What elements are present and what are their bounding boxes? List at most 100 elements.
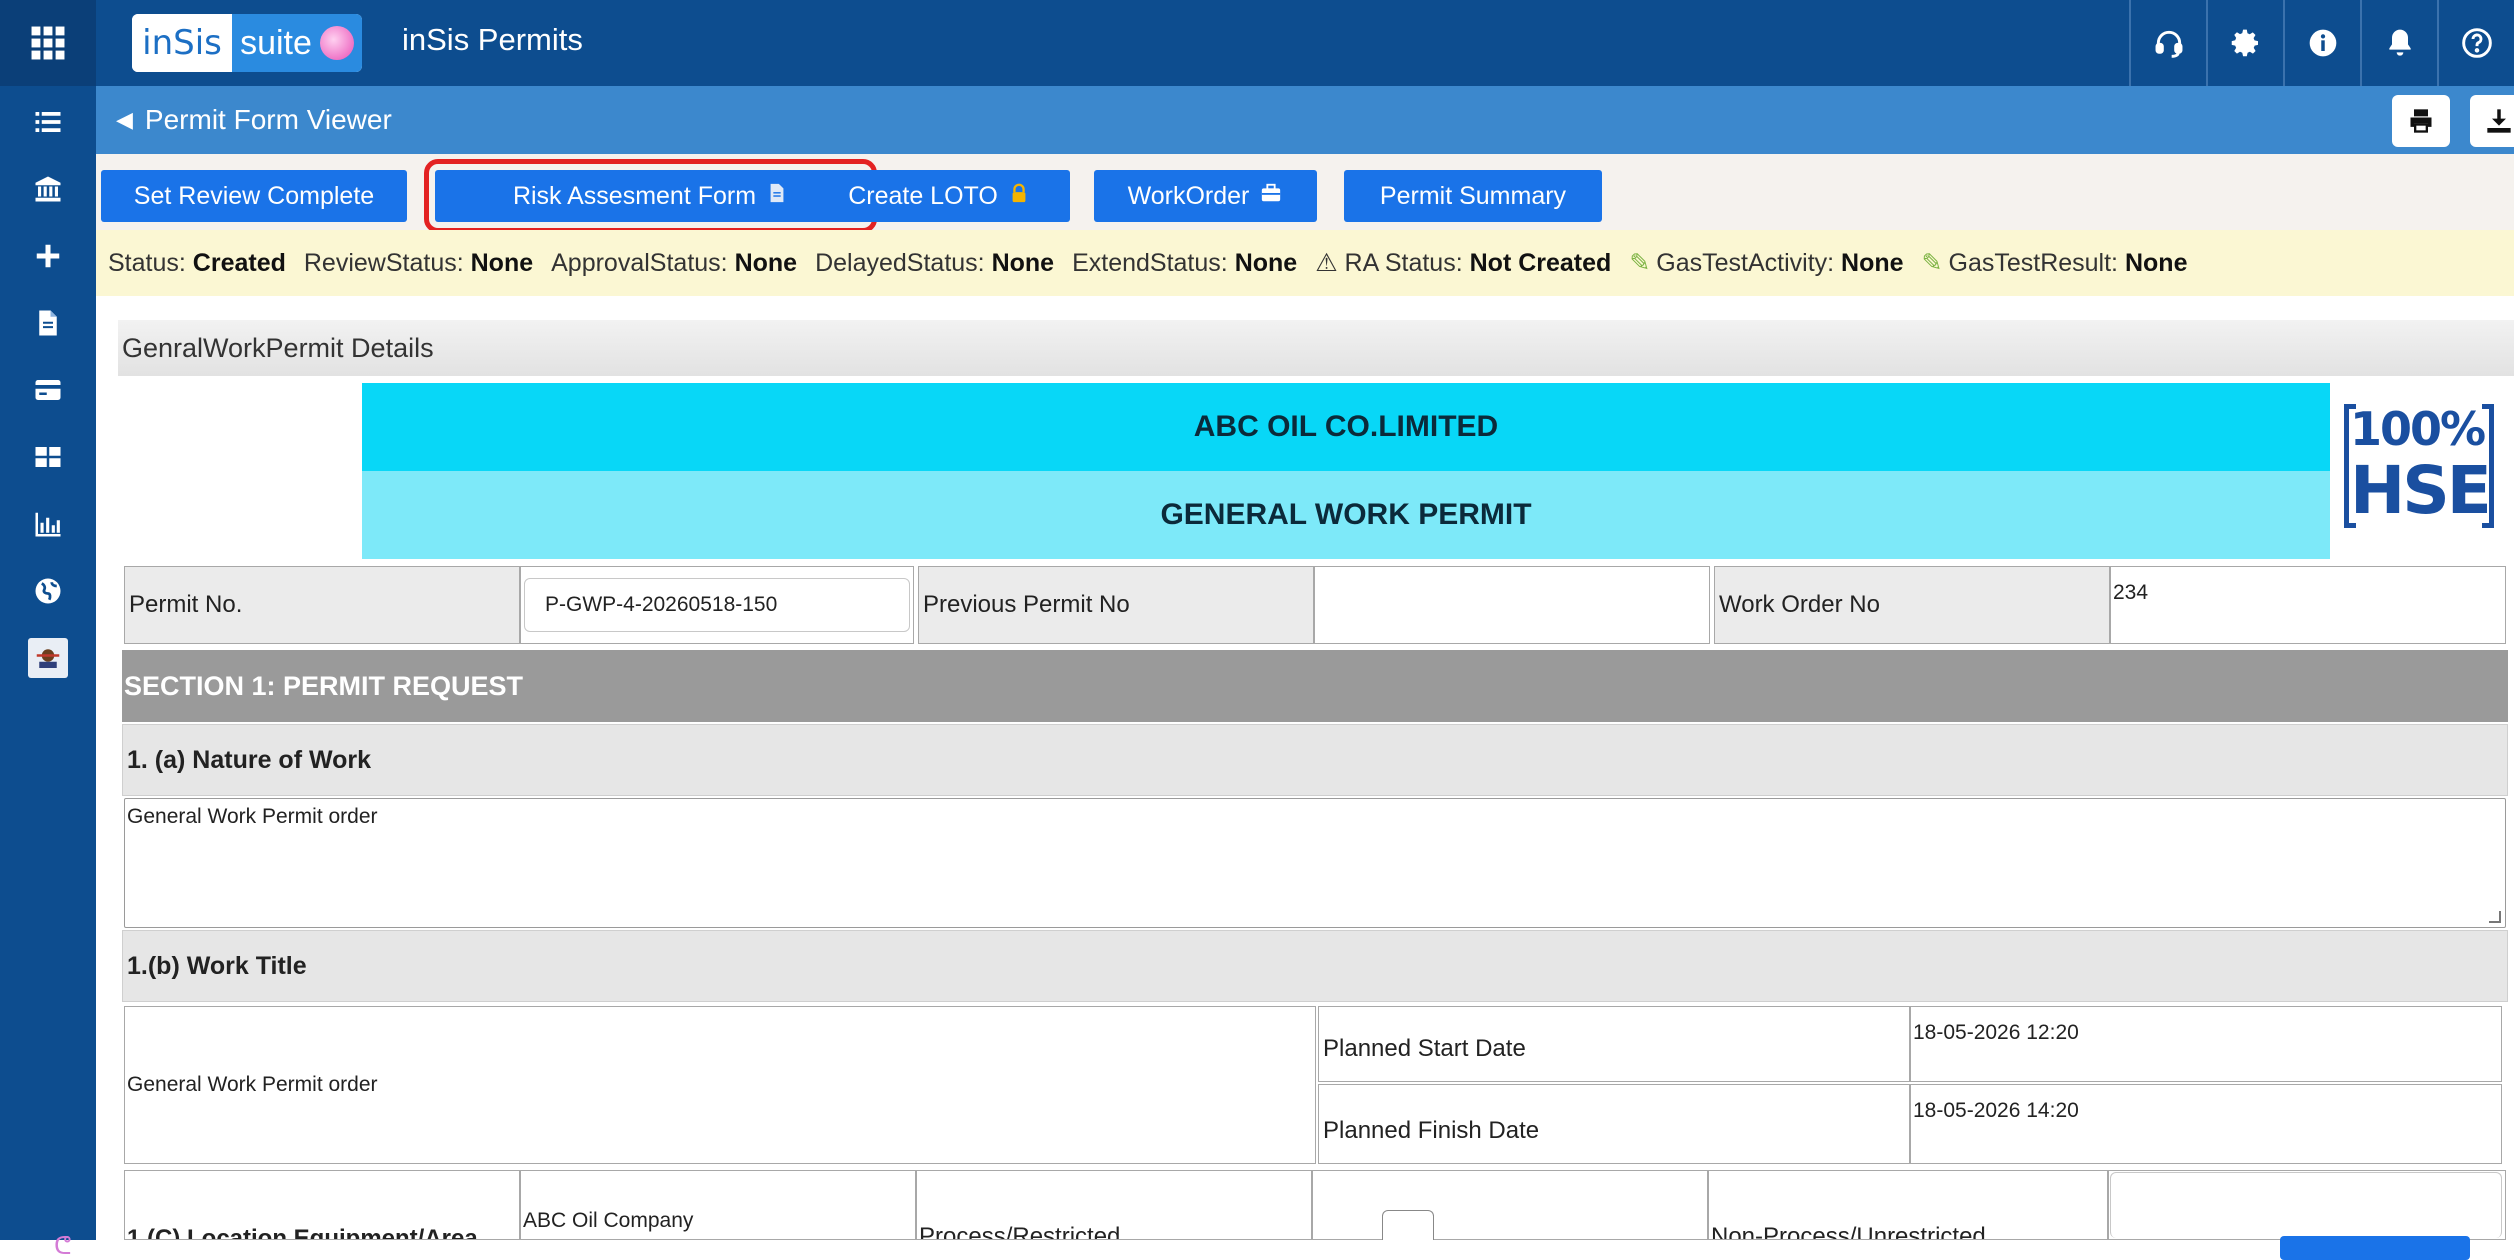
set-review-complete-label: Set Review Complete (133, 181, 375, 210)
review-status-item: ReviewStatus: None (304, 249, 533, 278)
nature-of-work-heading: 1. (a) Nature of Work (122, 724, 2508, 796)
file-icon (766, 182, 788, 211)
section-1-heading: SECTION 1: PERMIT REQUEST (122, 650, 2508, 722)
permit-no-field[interactable]: P-GWP-4-20260518-150 (524, 578, 910, 632)
decorative-mark-icon: ᕦ (54, 1233, 72, 1260)
ra-status-item: ⚠ RA Status: Not Created (1315, 248, 1611, 278)
review-status-label: ReviewStatus: (303, 248, 464, 277)
work-order-label: Work Order No (1714, 566, 2110, 644)
set-review-complete-button[interactable]: Set Review Complete (101, 170, 407, 222)
partial-button-fragment[interactable] (2280, 1236, 2470, 1260)
briefcase-icon (1259, 182, 1283, 211)
user-card-icon[interactable] (0, 628, 96, 688)
back-link[interactable]: ◀ Permit Form Viewer (116, 104, 392, 136)
hse-line2: HSE (2350, 452, 2492, 529)
grid-icon[interactable] (0, 427, 96, 487)
logo-suite-part: suite (232, 14, 362, 72)
planned-finish-label: Planned Finish Date (1318, 1084, 1910, 1164)
non-process-label: Non-Process/Unrestricted (1708, 1170, 2108, 1240)
planned-finish-field[interactable]: 18-05-2026 14:20 (1910, 1084, 2502, 1164)
status-value: Created (192, 248, 286, 277)
permit-summary-label: Permit Summary (1379, 181, 1567, 210)
work-title-text: General Work Permit order (127, 1073, 378, 1096)
location-label: 1.(C) Location Equipment/Area (124, 1170, 520, 1240)
bell-icon[interactable] (2360, 0, 2437, 86)
nature-of-work-textarea[interactable]: General Work Permit order (124, 798, 2506, 928)
delayed-status-value: None (991, 248, 1055, 277)
header-icon-group (2129, 0, 2514, 86)
document-icon[interactable] (0, 293, 96, 353)
company-banner: ABC OIL CO.LIMITED (362, 383, 2330, 471)
list-icon[interactable] (0, 92, 96, 152)
panel-title: GenralWorkPermit Details (118, 320, 2514, 376)
work-title-field[interactable]: General Work Permit order (124, 1006, 1316, 1164)
logo-ball-icon (319, 26, 354, 60)
app-title: inSis Permits (402, 22, 583, 57)
gas-test-activity-label: GasTestActivity: (1656, 249, 1835, 277)
back-arrow-icon: ◀ (116, 107, 133, 132)
bank-icon[interactable] (0, 159, 96, 219)
approval-status-label: ApprovalStatus: (551, 248, 728, 277)
work-order-field[interactable]: 234 (2110, 566, 2506, 644)
workorder-button[interactable]: WorkOrder (1094, 170, 1317, 222)
action-toolbar: Set Review Complete Risk Assesment Form … (96, 154, 2514, 233)
approval-status-item: ApprovalStatus: None (551, 249, 797, 278)
download-button[interactable] (2470, 95, 2514, 147)
risk-assessment-form-label: Risk Assesment Form (512, 181, 757, 210)
chart-icon[interactable] (0, 494, 96, 554)
download-icon (2487, 109, 2511, 133)
non-process-toggle[interactable] (2110, 1172, 2502, 1238)
process-restricted-checkbox[interactable] (1382, 1210, 1434, 1240)
approval-status-value: None (734, 248, 798, 277)
gas-test-activity-value: None (1841, 249, 1904, 277)
create-loto-label: Create LOTO (848, 181, 998, 210)
hse-logo: 100% HSE (2344, 398, 2494, 536)
logo-suite-text: suite (240, 23, 312, 62)
extend-status-value: None (1234, 248, 1298, 277)
review-status-value: None (470, 248, 534, 277)
planned-start-field[interactable]: 18-05-2026 12:20 (1910, 1006, 2502, 1082)
insis-suite-logo[interactable]: inSis suite (132, 14, 362, 72)
resize-grip-icon[interactable] (2489, 911, 2501, 923)
pencil-icon: ✎ (1629, 249, 1651, 277)
print-button[interactable] (2392, 95, 2450, 147)
work-title-heading: 1.(b) Work Title (122, 930, 2508, 1002)
status-item: Status: Created (108, 249, 286, 278)
permit-summary-button[interactable]: Permit Summary (1344, 170, 1602, 222)
status-label: Status: (108, 248, 186, 277)
planned-start-label: Planned Start Date (1318, 1006, 1910, 1082)
form-title-banner: GENERAL WORK PERMIT (362, 471, 2330, 559)
info-icon[interactable] (2283, 0, 2360, 86)
create-loto-button[interactable]: Create LOTO (808, 170, 1070, 222)
card-icon[interactable] (0, 360, 96, 420)
gear-icon[interactable] (2206, 0, 2283, 86)
extend-status-item: ExtendStatus: None (1072, 249, 1297, 278)
user-avatar (28, 638, 68, 678)
previous-permit-field[interactable] (1314, 566, 1710, 644)
delayed-status-item: DelayedStatus: None (815, 249, 1054, 278)
gas-test-result-value: None (2124, 249, 2188, 277)
plus-icon[interactable] (0, 226, 96, 286)
delayed-status-label: DelayedStatus: (815, 248, 985, 277)
workorder-label: WorkOrder (1127, 181, 1250, 210)
extend-status-label: ExtendStatus: (1072, 248, 1228, 277)
globe-icon[interactable] (0, 561, 96, 621)
sub-header: ◀ Permit Form Viewer (96, 86, 2514, 154)
nature-of-work-text: General Work Permit order (127, 805, 378, 828)
left-sidebar (0, 86, 96, 1240)
gas-test-result-label: GasTestResult: (1948, 249, 2119, 277)
ra-status-value: Not Created (1469, 249, 1612, 277)
lock-icon (1008, 182, 1030, 211)
pencil-icon: ✎ (1921, 249, 1943, 277)
risk-assessment-form-button[interactable]: Risk Assesment Form (424, 159, 877, 233)
gas-test-activity-item: ✎ GasTestActivity: None (1629, 248, 1903, 278)
process-restricted-label: Process/Restricted (916, 1170, 1312, 1240)
headset-icon[interactable] (2129, 0, 2206, 86)
help-icon[interactable] (2437, 0, 2514, 86)
previous-permit-label: Previous Permit No (918, 566, 1314, 644)
permit-no-label: Permit No. (124, 566, 520, 644)
location-field[interactable]: ABC Oil Company (520, 1170, 916, 1240)
bottom-edge (96, 1240, 2514, 1260)
print-icon (2410, 109, 2432, 133)
app-grid-icon[interactable] (0, 0, 96, 86)
